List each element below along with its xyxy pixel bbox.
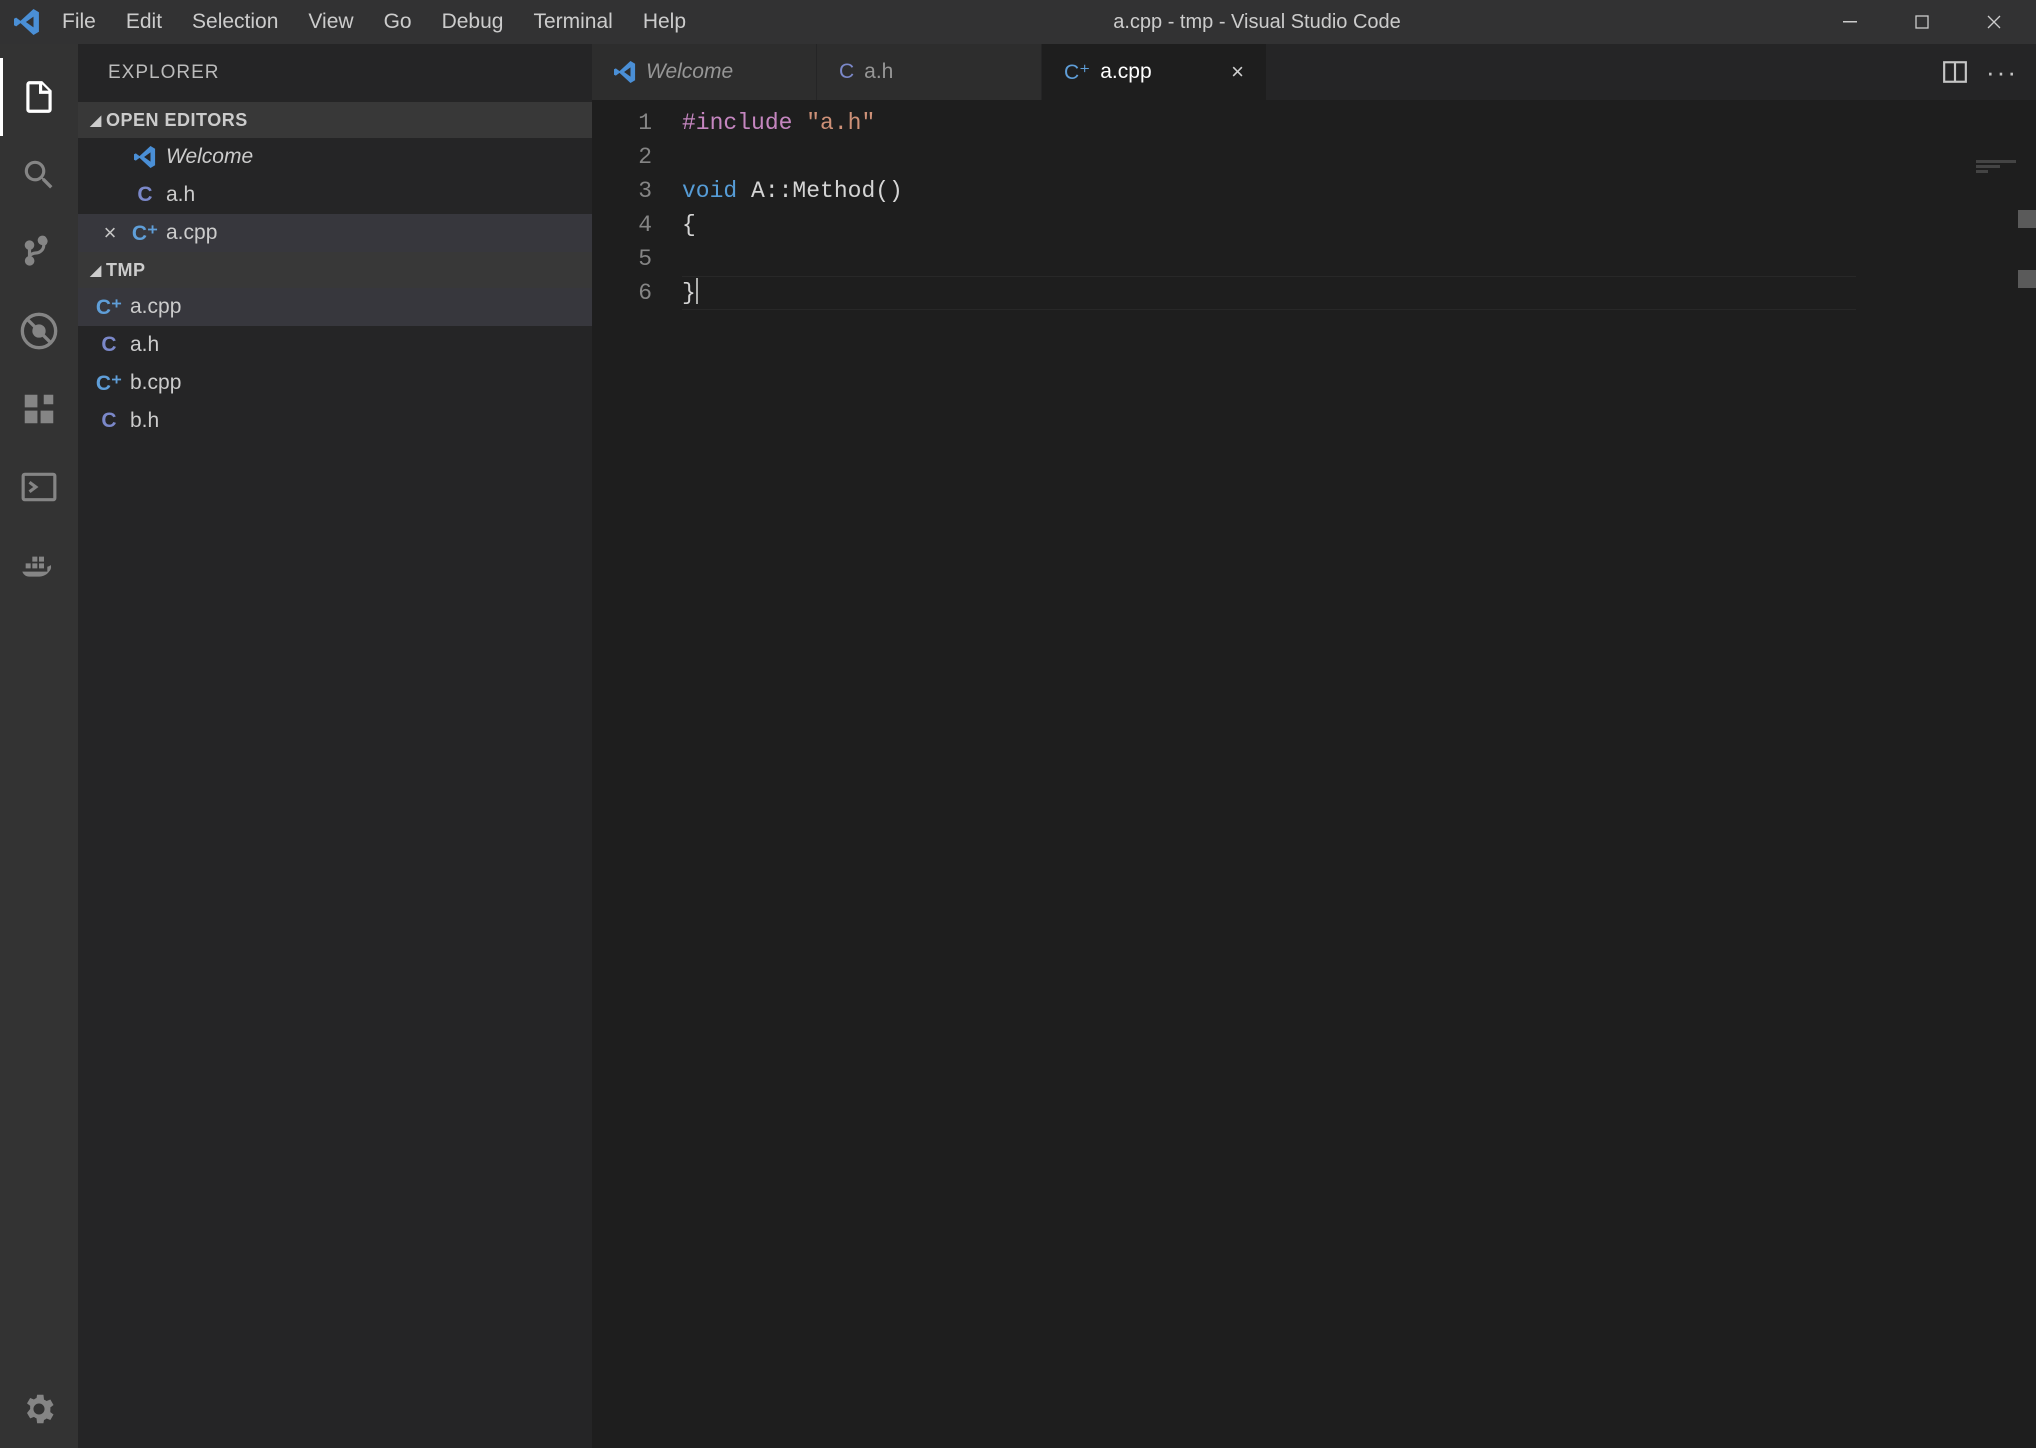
tab-a-h[interactable]: C a.h xyxy=(817,44,1042,100)
folder-header-label: TMP xyxy=(106,260,146,281)
open-editor-a-cpp[interactable]: × C⁺ a.cpp xyxy=(78,214,592,252)
activity-settings-icon[interactable] xyxy=(0,1370,78,1448)
menu-file[interactable]: File xyxy=(48,0,110,44)
open-editor-a-h[interactable]: C a.h xyxy=(78,176,592,214)
token-string: "a.h" xyxy=(806,110,875,136)
cpp-file-icon: C⁺ xyxy=(92,295,126,320)
cpp-file-icon: C⁺ xyxy=(92,371,126,396)
blank-icon xyxy=(92,144,128,170)
line-number: 2 xyxy=(592,140,652,174)
activity-debug-icon[interactable] xyxy=(0,292,78,370)
activity-bar xyxy=(0,44,78,1448)
line-number: 6 xyxy=(592,276,652,310)
line-number: 1 xyxy=(592,106,652,140)
close-icon[interactable]: × xyxy=(92,220,128,246)
line-number: 3 xyxy=(592,174,652,208)
title-bar: File Edit Selection View Go Debug Termin… xyxy=(0,0,2036,44)
vscode-icon xyxy=(6,9,48,35)
activity-extensions-icon[interactable] xyxy=(0,370,78,448)
open-editor-label: Welcome xyxy=(166,145,253,169)
split-editor-icon[interactable] xyxy=(1942,59,1968,85)
close-button[interactable] xyxy=(1958,0,2030,44)
menu-help[interactable]: Help xyxy=(629,0,700,44)
open-editors-label: OPEN EDITORS xyxy=(106,110,248,131)
token-preproc: #include xyxy=(682,110,792,136)
c-header-file-icon: C xyxy=(128,183,162,207)
editor-scrollbar[interactable] xyxy=(2018,100,2036,1448)
more-actions-icon[interactable]: ··· xyxy=(1986,57,2018,88)
file-label: b.h xyxy=(130,409,159,433)
folder-header[interactable]: ◢ TMP xyxy=(78,252,592,288)
vscode-file-icon xyxy=(128,146,162,168)
file-a-h[interactable]: C a.h xyxy=(78,326,592,364)
tab-a-cpp[interactable]: C⁺ a.cpp × xyxy=(1042,44,1267,100)
activity-terminal-icon[interactable] xyxy=(0,448,78,526)
token-brace: { xyxy=(682,212,696,238)
file-b-h[interactable]: C b.h xyxy=(78,402,592,440)
file-a-cpp[interactable]: C⁺ a.cpp xyxy=(78,288,592,326)
tab-bar: Welcome C a.h C⁺ a.cpp × ··· xyxy=(592,44,2036,100)
c-header-file-icon: C xyxy=(92,333,126,357)
editor-area: Welcome C a.h C⁺ a.cpp × ··· 1 2 xyxy=(592,44,2036,1448)
scrollbar-thumb[interactable] xyxy=(2018,210,2036,228)
minimize-button[interactable] xyxy=(1814,0,1886,44)
blank-icon xyxy=(92,182,128,208)
cpp-file-icon: C⁺ xyxy=(1064,60,1090,85)
cpp-file-icon: C⁺ xyxy=(128,221,162,246)
c-header-file-icon: C xyxy=(839,60,854,84)
minimap[interactable] xyxy=(1976,160,2016,180)
current-line-highlight xyxy=(682,276,1856,310)
menu-go[interactable]: Go xyxy=(370,0,426,44)
activity-docker-icon[interactable] xyxy=(0,526,78,604)
activity-search-icon[interactable] xyxy=(0,136,78,214)
line-number: 5 xyxy=(592,242,652,276)
close-tab-icon[interactable]: × xyxy=(1231,59,1244,85)
tab-welcome[interactable]: Welcome xyxy=(592,44,817,100)
tab-actions: ··· xyxy=(1924,44,2036,100)
file-b-cpp[interactable]: C⁺ b.cpp xyxy=(78,364,592,402)
window-title: a.cpp - tmp - Visual Studio Code xyxy=(700,11,1814,34)
c-header-file-icon: C xyxy=(92,409,126,433)
scrollbar-thumb[interactable] xyxy=(2018,270,2036,288)
menu-selection[interactable]: Selection xyxy=(178,0,292,44)
file-label: a.cpp xyxy=(130,295,181,319)
line-number: 4 xyxy=(592,208,652,242)
open-editor-label: a.h xyxy=(166,183,195,207)
tab-label: a.cpp xyxy=(1100,60,1151,84)
open-editor-label: a.cpp xyxy=(166,221,217,245)
menu-debug[interactable]: Debug xyxy=(428,0,518,44)
sidebar: EXPLORER ◢ OPEN EDITORS Welcome C a.h × … xyxy=(78,44,592,1448)
code-lines[interactable]: #include "a.h" void A::Method() { } xyxy=(682,100,2036,1448)
maximize-button[interactable] xyxy=(1886,0,1958,44)
open-editor-welcome[interactable]: Welcome xyxy=(78,138,592,176)
file-label: a.h xyxy=(130,333,159,357)
tab-label: a.h xyxy=(864,60,893,84)
open-editors-header[interactable]: ◢ OPEN EDITORS xyxy=(78,102,592,138)
tab-label: Welcome xyxy=(646,60,733,84)
menu-edit[interactable]: Edit xyxy=(112,0,176,44)
menu-view[interactable]: View xyxy=(294,0,367,44)
vscode-file-icon xyxy=(614,61,636,83)
window-controls xyxy=(1814,0,2030,44)
token-keyword: void xyxy=(682,178,737,204)
line-number-gutter: 1 2 3 4 5 6 xyxy=(592,100,682,1448)
sidebar-title: EXPLORER xyxy=(78,44,592,102)
file-label: b.cpp xyxy=(130,371,181,395)
activity-source-control-icon[interactable] xyxy=(0,214,78,292)
twisty-down-icon: ◢ xyxy=(86,112,106,129)
code-editor[interactable]: 1 2 3 4 5 6 #include "a.h" void A::Metho… xyxy=(592,100,2036,1448)
main-layout: EXPLORER ◢ OPEN EDITORS Welcome C a.h × … xyxy=(0,44,2036,1448)
menu-bar: File Edit Selection View Go Debug Termin… xyxy=(48,0,700,44)
twisty-down-icon: ◢ xyxy=(86,262,106,279)
activity-explorer-icon[interactable] xyxy=(0,58,78,136)
token-rest: A::Method() xyxy=(737,178,903,204)
menu-terminal[interactable]: Terminal xyxy=(519,0,626,44)
